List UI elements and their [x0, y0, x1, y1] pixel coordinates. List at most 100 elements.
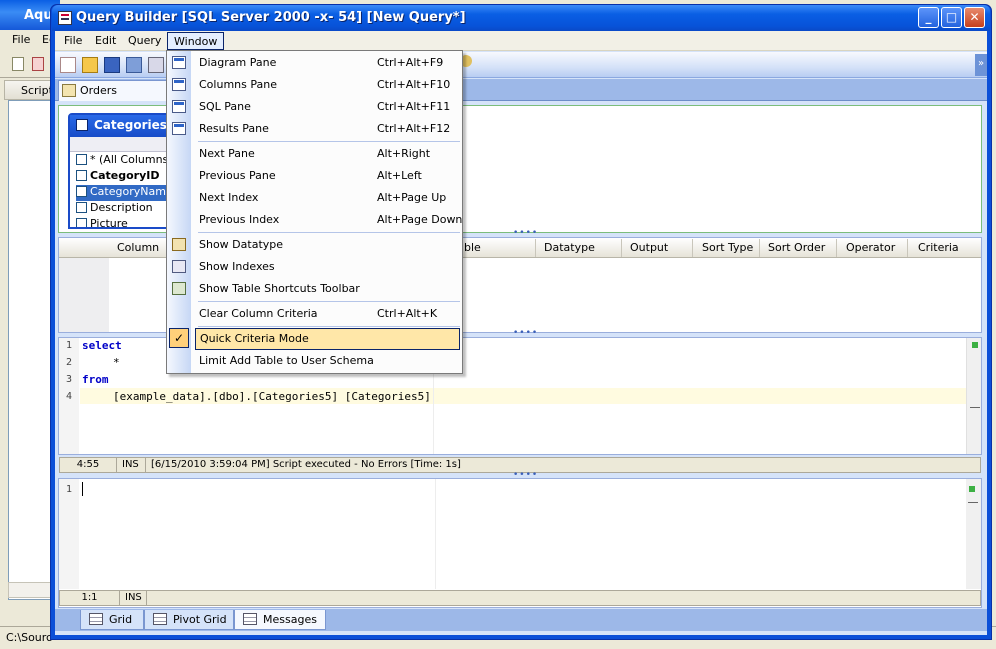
columns-pane-icon: [172, 78, 186, 91]
table-column-all[interactable]: * (All Columns): [76, 153, 172, 169]
tab-pivot-grid[interactable]: Pivot Grid: [144, 610, 234, 630]
caret-marker-icon: [968, 502, 978, 503]
menu-item-sql-pane[interactable]: SQL Pane Ctrl+Alt+F11: [167, 96, 462, 118]
menu-separator: [198, 301, 460, 302]
column-checkbox[interactable]: [76, 170, 87, 181]
editor-margin-line: [435, 479, 436, 589]
column-checkbox[interactable]: [76, 186, 87, 197]
menu-item-next-index[interactable]: Next Index Alt+Page Up: [167, 187, 462, 209]
tab-grid-label: Grid: [109, 613, 133, 626]
menu-edit[interactable]: Edit: [89, 32, 122, 50]
properties-icon[interactable]: [148, 57, 164, 73]
status-path: C:\Sourc: [6, 631, 53, 644]
scripts-tree-panel[interactable]: [8, 100, 54, 600]
table-column-categoryid[interactable]: CategoryID: [76, 169, 172, 185]
tab-orders-label: Orders: [80, 84, 117, 97]
open-script-icon[interactable]: [32, 57, 44, 71]
column-separator: [621, 239, 622, 257]
menu-item-quick-criteria-mode[interactable]: Quick Criteria Mode: [195, 328, 460, 350]
close-button[interactable]: ✕: [964, 7, 985, 28]
tab-grid[interactable]: Grid: [80, 610, 144, 630]
line-number: 1: [66, 340, 73, 351]
menu-item-label: Next Index: [199, 191, 259, 204]
menu-item-label: Previous Index: [199, 213, 280, 226]
table-column-description[interactable]: Description: [76, 201, 172, 217]
column-checkbox[interactable]: [76, 202, 87, 213]
menu-item-label: Results Pane: [199, 122, 269, 135]
status-marker-icon: [972, 342, 978, 348]
menu-item-previous-pane[interactable]: Previous Pane Alt+Left: [167, 165, 462, 187]
column-header-sort-order[interactable]: Sort Order: [768, 241, 825, 254]
column-header-sort-type[interactable]: Sort Type: [702, 241, 753, 254]
new-script-icon[interactable]: [12, 57, 24, 71]
menu-item-label: Previous Pane: [199, 169, 276, 182]
menu-query[interactable]: Query: [122, 32, 167, 50]
execution-message: [6/15/2010 3:59:04 PM] Script executed -…: [151, 459, 461, 470]
diagram-pane-icon: [172, 56, 186, 69]
menu-item-show-indexes[interactable]: Show Indexes: [167, 256, 462, 278]
column-header-output[interactable]: Output: [630, 241, 668, 254]
column-label: * (All Columns): [90, 153, 172, 166]
checkmark-icon: ✓: [169, 328, 189, 348]
menu-item-shortcut: Ctrl+Alt+F9: [377, 56, 444, 69]
open-folder-icon[interactable]: [82, 57, 98, 73]
menu-item-columns-pane[interactable]: Columns Pane Ctrl+Alt+F10: [167, 74, 462, 96]
sql-line-4[interactable]: [example_data].[dbo].[Categories5] [Cate…: [60, 390, 431, 403]
status-marker-icon: [969, 486, 975, 492]
pivot-grid-icon: [153, 613, 167, 625]
columns-row-header: [59, 258, 109, 332]
results-overview-ruler[interactable]: [966, 479, 981, 589]
minimize-button[interactable]: _: [918, 7, 939, 28]
tab-messages[interactable]: Messages: [234, 610, 326, 630]
toolbar-overflow-button[interactable]: »: [975, 54, 987, 76]
sql-line-2[interactable]: *: [60, 356, 120, 369]
menu-item-results-pane[interactable]: Results Pane Ctrl+Alt+F12: [167, 118, 462, 140]
menu-item-next-pane[interactable]: Next Pane Alt+Right: [167, 143, 462, 165]
menu-window[interactable]: Window: [167, 32, 225, 50]
menu-item-shortcut: Ctrl+Alt+F11: [377, 100, 451, 113]
save-all-icon[interactable]: [126, 57, 142, 73]
menu-item-show-datatype[interactable]: Show Datatype: [167, 234, 462, 256]
line-number: 1: [66, 484, 73, 495]
menu-item-label: SQL Pane: [199, 100, 251, 113]
menu-item-shortcut: Ctrl+Alt+F12: [377, 122, 451, 135]
column-header-datatype[interactable]: Datatype: [544, 241, 595, 254]
new-query-icon[interactable]: [60, 57, 76, 73]
column-header-table[interactable]: ble: [464, 241, 481, 254]
menu-item-shortcut: Alt+Left: [377, 169, 422, 182]
grid-icon: [89, 613, 103, 625]
menu-item-label: Columns Pane: [199, 78, 277, 91]
caret-marker-icon: [970, 407, 980, 408]
scripts-horizontal-scrollbar[interactable]: [8, 582, 54, 598]
background-menu-file[interactable]: File: [12, 33, 30, 46]
table-column-categoryname[interactable]: CategoryName: [76, 185, 172, 201]
menu-item-limit-add-table[interactable]: Limit Add Table to User Schema: [167, 350, 462, 372]
menu-item-shortcut: Ctrl+Alt+F10: [377, 78, 451, 91]
column-header-column[interactable]: Column: [117, 241, 159, 254]
table-icon: [76, 119, 88, 131]
table-shortcuts-icon: [172, 282, 186, 295]
column-header-criteria[interactable]: Criteria: [918, 241, 959, 254]
column-header-operator[interactable]: Operator: [846, 241, 895, 254]
save-icon[interactable]: [104, 57, 120, 73]
query-builder-app-icon[interactable]: [58, 11, 72, 25]
menubar: File Edit Query Window: [55, 31, 987, 51]
tab-messages-label: Messages: [263, 613, 317, 626]
column-checkbox[interactable]: [76, 218, 87, 227]
maximize-button[interactable]: □: [941, 7, 962, 28]
column-checkbox[interactable]: [76, 154, 87, 165]
sql-keyword-select[interactable]: select: [82, 339, 122, 352]
menu-file[interactable]: File: [58, 32, 88, 50]
menu-item-diagram-pane[interactable]: Diagram Pane Ctrl+Alt+F9: [167, 52, 462, 74]
menu-item-shortcut: Alt+Page Up: [377, 191, 447, 204]
table-column-picture[interactable]: Picture: [76, 217, 172, 227]
menu-item-previous-index[interactable]: Previous Index Alt+Page Down: [167, 209, 462, 231]
results-pane-icon: [172, 122, 186, 135]
menu-item-show-table-shortcuts[interactable]: Show Table Shortcuts Toolbar: [167, 278, 462, 300]
datatype-icon: [172, 238, 186, 251]
sql-overview-ruler[interactable]: [966, 338, 981, 454]
sql-keyword-from[interactable]: from: [82, 373, 109, 386]
results-editor-pane[interactable]: [58, 478, 982, 608]
menu-item-clear-column-criteria[interactable]: Clear Column Criteria Ctrl+Alt+K: [167, 303, 462, 325]
menu-item-label: Quick Criteria Mode: [200, 332, 309, 345]
